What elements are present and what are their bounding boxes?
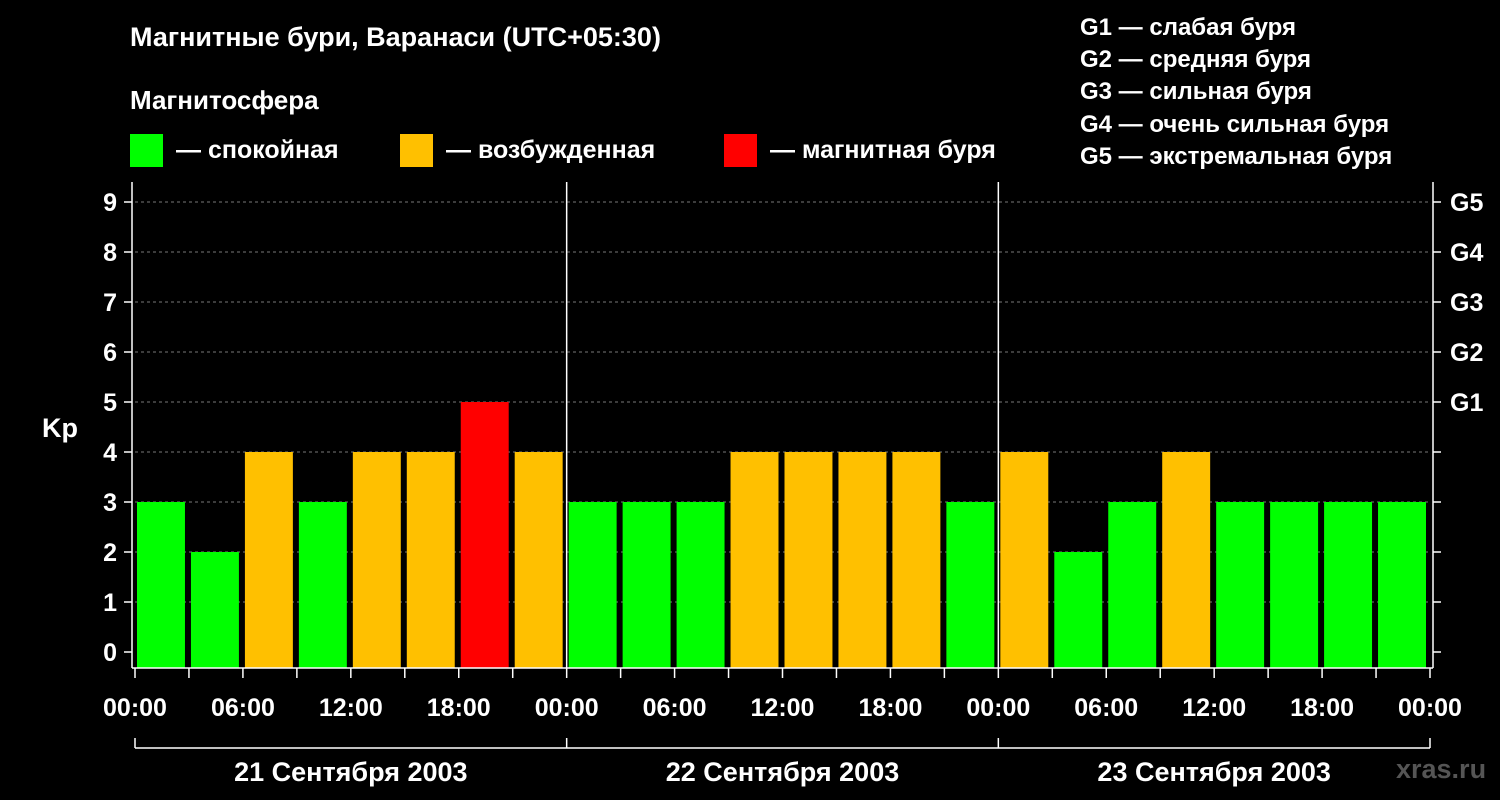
kp-bar-11 — [730, 452, 779, 668]
x-tick-label-5: 06:00 — [643, 694, 707, 722]
y-tick-label-0: 0 — [103, 639, 117, 667]
x-tick-label-0: 00:00 — [103, 694, 167, 722]
kp-bar-19 — [1162, 452, 1211, 668]
kp-bar-7 — [514, 452, 563, 668]
x-tick-label-3: 18:00 — [427, 694, 491, 722]
x-tick-label-8: 00:00 — [966, 694, 1030, 722]
kp-bar-12 — [784, 452, 833, 668]
kp-bar-0 — [137, 502, 185, 668]
y-tick-label-8: 8 — [103, 239, 117, 267]
y-tick-label-2: 2 — [103, 539, 117, 567]
x-tick-label-1: 06:00 — [211, 694, 275, 722]
kp-bar-22 — [1324, 502, 1373, 668]
y-tick-label-7: 7 — [103, 289, 117, 317]
kp-bar-16 — [1000, 452, 1049, 668]
g-level-label-g3: G3 — [1450, 289, 1483, 317]
x-tick-label-11: 18:00 — [1290, 694, 1354, 722]
x-tick-label-4: 00:00 — [535, 694, 599, 722]
kp-bar-21 — [1270, 502, 1319, 668]
kp-bar-23 — [1378, 502, 1426, 668]
kp-bar-17 — [1054, 552, 1103, 668]
kp-bar-6 — [460, 402, 509, 668]
y-tick-label-6: 6 — [103, 339, 117, 367]
kp-chart: 0 1 2 3 4 5 6 7 8 9 G1 G2 G3 G4 G5 Kp 00:00 06:00 12:00 18:… — [42, 182, 1483, 787]
g-level-label-g4: G4 — [1450, 239, 1483, 267]
y-tick-label-9: 9 — [103, 189, 117, 217]
kp-bar-8 — [568, 502, 617, 668]
x-tick-label-6: 12:00 — [751, 694, 815, 722]
y-tick-label-1: 1 — [103, 589, 117, 617]
day-label-2: 23 Сентября 2003 — [1097, 757, 1330, 787]
kp-bar-5 — [406, 452, 455, 668]
x-tick-label-9: 06:00 — [1074, 694, 1138, 722]
day-label-0: 21 Сентября 2003 — [234, 757, 467, 787]
kp-bar-13 — [838, 452, 887, 668]
kp-bar-20 — [1216, 502, 1265, 668]
g-level-label-g2: G2 — [1450, 339, 1483, 367]
y-axis-title: Kp — [42, 413, 78, 443]
kp-bar-1 — [190, 552, 239, 668]
kp-bar-9 — [622, 502, 671, 668]
kp-bar-2 — [244, 452, 293, 668]
x-tick-label-7: 18:00 — [858, 694, 922, 722]
x-tick-label-12: 00:00 — [1398, 694, 1462, 722]
kp-bar-18 — [1108, 502, 1157, 668]
y-tick-label-5: 5 — [103, 389, 117, 417]
y-tick-label-4: 4 — [103, 439, 117, 467]
kp-bar-4 — [352, 452, 401, 668]
kp-bar-14 — [892, 452, 941, 668]
g-level-label-g1: G1 — [1450, 389, 1483, 417]
kp-bar-15 — [946, 502, 995, 668]
kp-bar-10 — [676, 502, 725, 668]
watermark: xras.ru — [1396, 754, 1487, 784]
g-level-label-g5: G5 — [1450, 189, 1483, 217]
x-tick-label-10: 12:00 — [1182, 694, 1246, 722]
x-tick-label-2: 12:00 — [319, 694, 383, 722]
y-tick-label-3: 3 — [103, 489, 117, 517]
day-label-1: 22 Сентября 2003 — [666, 757, 899, 787]
kp-bar-3 — [298, 502, 347, 668]
